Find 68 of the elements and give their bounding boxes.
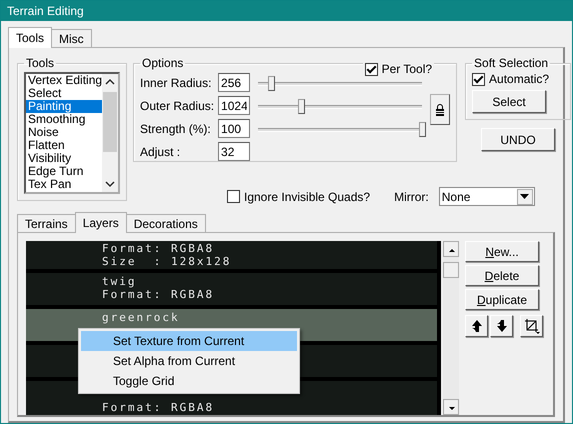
- layer-text: Format: RGBA8: [101, 242, 216, 255]
- move-up-button[interactable]: [465, 315, 488, 337]
- layer-text: Format: RGBA8: [101, 288, 216, 301]
- layer-text: Size : 128x128: [101, 255, 232, 268]
- crop-button[interactable]: [520, 315, 543, 337]
- slider-thumb[interactable]: [268, 76, 276, 90]
- field-label: Outer Radius:: [140, 98, 216, 112]
- window-title: Terrain Editing: [7, 4, 84, 18]
- tool-item[interactable]: Visibility: [26, 152, 102, 165]
- slider-thumb[interactable]: [419, 122, 426, 136]
- scroll-down-icon[interactable]: [443, 399, 459, 415]
- field-label: Strength (%):: [140, 122, 212, 136]
- layer-text: twig: [101, 275, 138, 288]
- mirror-label: Mirror:: [394, 190, 429, 204]
- slider-thumb[interactable]: [298, 98, 305, 114]
- tab[interactable]: Tools: [8, 27, 52, 48]
- arrow-down-icon: [496, 319, 508, 333]
- input-field[interactable]: 32: [218, 142, 250, 161]
- menu-item[interactable]: Set Texture from Current: [81, 331, 297, 351]
- tab[interactable]: Terrains: [17, 214, 76, 232]
- tab[interactable]: Layers: [74, 212, 127, 233]
- layer-button[interactable]: Duplicate: [465, 289, 539, 310]
- checkbox[interactable]: [364, 62, 378, 76]
- checkbox[interactable]: [227, 190, 240, 203]
- scrollbar[interactable]: [443, 241, 459, 415]
- input-field[interactable]: 256: [218, 73, 250, 92]
- select-button[interactable]: Select: [472, 90, 546, 113]
- move-down-button[interactable]: [490, 315, 513, 337]
- dropdown-arrow-icon: [520, 194, 530, 199]
- lock-button[interactable]: [430, 94, 450, 125]
- layer-text: greenrock: [101, 311, 181, 324]
- tool-item[interactable]: Flatten: [26, 139, 102, 152]
- lock-icon: [435, 102, 446, 116]
- tool-item[interactable]: Smoothing: [26, 113, 102, 126]
- tool-item[interactable]: Select: [26, 87, 102, 100]
- group-title: Tools: [25, 56, 56, 70]
- tool-item[interactable]: Tex Pan: [26, 178, 102, 191]
- tab[interactable]: Misc: [51, 29, 92, 47]
- group-title: Options: [141, 56, 184, 70]
- tool-item[interactable]: Noise: [26, 126, 102, 139]
- field-label: Adjust :: [140, 144, 182, 158]
- layer-row[interactable]: twig Format: RGBA8: [26, 273, 437, 305]
- scroll-thumb[interactable]: [443, 262, 459, 278]
- arrow-up-icon: [470, 319, 482, 333]
- checkbox[interactable]: [472, 72, 486, 86]
- field-label: Inner Radius:: [140, 76, 212, 90]
- mirror-dropdown[interactable]: None: [438, 187, 535, 206]
- input-field[interactable]: 100: [218, 119, 250, 138]
- tab[interactable]: Decorations: [126, 214, 206, 232]
- group-title: Soft Selection: [473, 56, 550, 70]
- checkbox-label: Automatic?: [489, 72, 550, 86]
- tool-item[interactable]: Vertex Editing: [26, 74, 102, 87]
- tool-item[interactable]: Painting: [26, 100, 102, 113]
- undo-button[interactable]: UNDO: [481, 128, 556, 151]
- layer-text: Format: RGBA8: [101, 401, 216, 414]
- checkbox-label: Ignore Invisible Quads?: [244, 190, 370, 204]
- checkbox-label: Per Tool?: [382, 62, 432, 76]
- menu-item[interactable]: Set Alpha from Current: [81, 351, 297, 371]
- slider[interactable]: [258, 96, 422, 114]
- crop-icon: [524, 318, 540, 334]
- scrollbar[interactable]: [102, 74, 118, 192]
- slider[interactable]: [258, 74, 422, 92]
- scroll-up-icon[interactable]: [443, 241, 459, 257]
- layer-button[interactable]: Delete: [465, 265, 539, 286]
- layer-button[interactable]: New...: [465, 241, 539, 262]
- layer-row[interactable]: Format: RGBA8 Size : 128x128: [26, 241, 437, 269]
- input-field[interactable]: 1024: [218, 96, 250, 115]
- tool-item[interactable]: Edge Turn: [26, 165, 102, 178]
